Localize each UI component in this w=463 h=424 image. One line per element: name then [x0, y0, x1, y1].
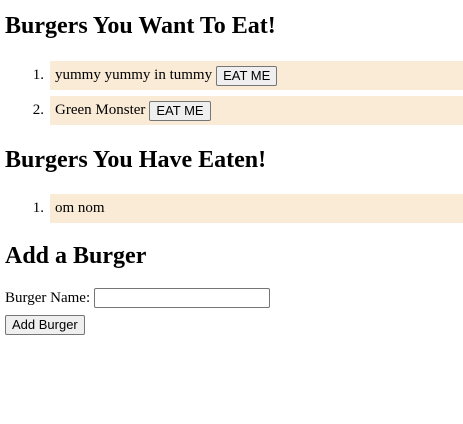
list-item-number: 2.: [32, 102, 44, 118]
have-eaten-heading: Burgers You Have Eaten!: [5, 147, 267, 173]
burger-name-input[interactable]: [94, 288, 271, 308]
want-to-eat-list: 1. yummy yummy in tummy EAT ME 2. Green …: [5, 61, 463, 131]
burger-name: yummy yummy in tummy: [55, 67, 213, 83]
list-item-number: 1.: [32, 67, 44, 83]
list-item: 1. yummy yummy in tummy EAT ME: [33, 61, 463, 90]
add-burger-button[interactable]: Add Burger: [5, 315, 85, 335]
list-item-number: 1.: [32, 200, 44, 216]
list-item: 2. Green Monster EAT ME: [33, 96, 463, 125]
have-eaten-list: 1. om nom: [5, 194, 463, 229]
burger-name-row: Burger Name:: [5, 288, 271, 308]
eat-me-button[interactable]: EAT ME: [216, 65, 278, 86]
burger-name: om nom: [55, 200, 105, 216]
burger-name: Green Monster: [55, 102, 146, 118]
list-item: 1. om nom: [33, 194, 463, 223]
eat-me-button[interactable]: EAT ME: [149, 100, 211, 121]
want-to-eat-heading: Burgers You Want To Eat!: [5, 13, 276, 39]
burger-name-label: Burger Name:: [5, 289, 91, 306]
add-burger-heading: Add a Burger: [5, 243, 147, 269]
